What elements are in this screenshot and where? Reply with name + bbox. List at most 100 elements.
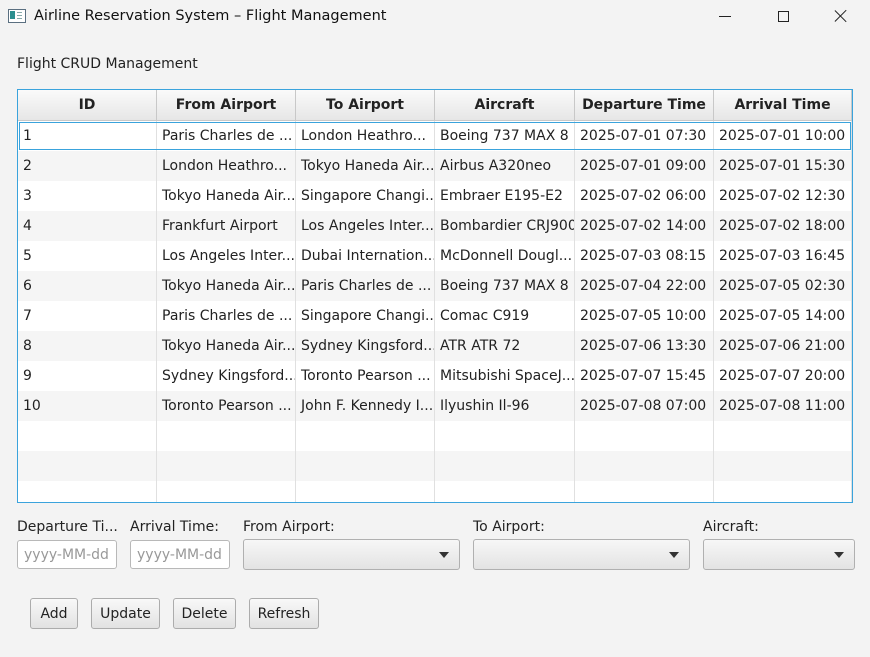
cell-from-airport: Sydney Kingsford... — [157, 361, 296, 391]
close-button[interactable] — [812, 0, 870, 32]
cell-id: 8 — [18, 331, 157, 361]
flight-table[interactable]: ID From Airport To Airport Aircraft Depa… — [17, 89, 853, 503]
column-header-id[interactable]: ID — [18, 90, 157, 120]
cell-to-airport: Singapore Changi... — [296, 181, 435, 211]
cell-from-airport: Toronto Pearson ... — [157, 391, 296, 421]
cell-to-airport: Paris Charles de ... — [296, 271, 435, 301]
cell-aircraft: Mitsubishi SpaceJ... — [435, 361, 575, 391]
cell-id: 6 — [18, 271, 157, 301]
from-airport-select[interactable] — [243, 539, 460, 570]
minimize-icon — [719, 15, 731, 17]
from-airport-label: From Airport: — [243, 519, 335, 535]
table-row[interactable]: 8 Tokyo Haneda Air... Sydney Kingsford... A… — [18, 331, 852, 361]
column-header-to-airport[interactable]: To Airport — [296, 90, 435, 120]
cell-from-airport: Paris Charles de ... — [157, 301, 296, 331]
table-row[interactable]: 3 Tokyo Haneda Air... Singapore Changi... E… — [18, 181, 852, 211]
cell-to-airport: Toronto Pearson ... — [296, 361, 435, 391]
cell-arrival-time: 2025-07-02 18:00 — [714, 211, 852, 241]
chevron-down-icon — [834, 552, 844, 558]
cell-departure-time: 2025-07-08 07:00 — [575, 391, 714, 421]
cell-departure-time — [575, 481, 714, 502]
cell-aircraft: ATR ATR 72 — [435, 331, 575, 361]
title-bar: Airline Reservation System – Flight Mana… — [0, 0, 870, 34]
chevron-down-icon — [439, 552, 449, 558]
minimize-button[interactable] — [696, 0, 754, 32]
aircraft-label: Aircraft: — [703, 519, 759, 535]
cell-to-airport: Dubai Internation... — [296, 241, 435, 271]
table-row[interactable]: 2 London Heathro... Tokyo Haneda Air... Air… — [18, 151, 852, 181]
maximize-button[interactable] — [754, 0, 812, 32]
cell-to-airport: London Heathro... — [296, 121, 435, 151]
window-title: Airline Reservation System – Flight Mana… — [34, 8, 387, 24]
cell-arrival-time: 2025-07-06 21:00 — [714, 331, 852, 361]
cell-from-airport — [157, 451, 296, 481]
cell-to-airport: John F. Kennedy I... — [296, 391, 435, 421]
table-row[interactable]: 5 Los Angeles Inter... Dubai Internation..… — [18, 241, 852, 271]
app-window-icon — [8, 9, 26, 23]
update-button[interactable]: Update — [91, 598, 160, 629]
add-button[interactable]: Add — [30, 598, 78, 629]
cell-departure-time: 2025-07-04 22:00 — [575, 271, 714, 301]
cell-from-airport: Frankfurt Airport — [157, 211, 296, 241]
cell-arrival-time: 2025-07-08 11:00 — [714, 391, 852, 421]
cell-arrival-time: 2025-07-02 12:30 — [714, 181, 852, 211]
cell-arrival-time — [714, 421, 852, 451]
cell-aircraft: Airbus A320neo — [435, 151, 575, 181]
cell-id: 1 — [18, 121, 157, 151]
cell-id — [18, 421, 157, 451]
cell-to-airport: Tokyo Haneda Air... — [296, 151, 435, 181]
cell-from-airport: Tokyo Haneda Air... — [157, 181, 296, 211]
arrival-time-label: Arrival Time: — [130, 519, 219, 535]
cell-id: 3 — [18, 181, 157, 211]
cell-aircraft — [435, 451, 575, 481]
refresh-button[interactable]: Refresh — [249, 598, 319, 629]
cell-aircraft: Bombardier CRJ900 — [435, 211, 575, 241]
column-header-from-airport[interactable]: From Airport — [157, 90, 296, 120]
cell-aircraft — [435, 421, 575, 451]
table-row[interactable]: 7 Paris Charles de ... Singapore Changi...… — [18, 301, 852, 331]
departure-time-field[interactable]: yyyy-MM-dd — [17, 540, 117, 569]
cell-from-airport: Tokyo Haneda Air... — [157, 271, 296, 301]
cell-departure-time — [575, 421, 714, 451]
to-airport-select[interactable] — [473, 539, 690, 570]
arrival-time-field[interactable]: yyyy-MM-dd — [130, 540, 230, 569]
cell-to-airport: Los Angeles Inter... — [296, 211, 435, 241]
table-header: ID From Airport To Airport Aircraft Depa… — [18, 90, 852, 121]
table-body: 1 Paris Charles de ... London Heathro... Bo… — [18, 121, 852, 502]
cell-id: 5 — [18, 241, 157, 271]
cell-aircraft: Ilyushin Il-96 — [435, 391, 575, 421]
cell-aircraft: Boeing 737 MAX 8 — [435, 121, 575, 151]
table-row[interactable]: 10 Toronto Pearson ... John F. Kennedy I..… — [18, 391, 852, 421]
cell-aircraft: Comac C919 — [435, 301, 575, 331]
cell-to-airport — [296, 451, 435, 481]
aircraft-select[interactable] — [703, 539, 855, 570]
cell-to-airport — [296, 481, 435, 502]
empty-table-row[interactable] — [18, 421, 852, 451]
cell-arrival-time — [714, 481, 852, 502]
close-icon — [834, 9, 848, 23]
section-title: Flight CRUD Management — [17, 56, 198, 72]
delete-button[interactable]: Delete — [173, 598, 236, 629]
cell-arrival-time: 2025-07-05 14:00 — [714, 301, 852, 331]
column-header-aircraft[interactable]: Aircraft — [435, 90, 575, 120]
column-header-arrival-time[interactable]: Arrival Time — [714, 90, 852, 120]
column-header-departure-time[interactable]: Departure Time — [575, 90, 714, 120]
arrival-time-placeholder: yyyy-MM-dd — [137, 546, 222, 563]
table-row[interactable]: 9 Sydney Kingsford... Toronto Pearson ... M… — [18, 361, 852, 391]
table-row[interactable]: 4 Frankfurt Airport Los Angeles Inter... Bo… — [18, 211, 852, 241]
table-row[interactable]: 6 Tokyo Haneda Air... Paris Charles de ...… — [18, 271, 852, 301]
empty-table-row[interactable] — [18, 451, 852, 481]
cell-departure-time: 2025-07-02 14:00 — [575, 211, 714, 241]
table-row[interactable]: 1 Paris Charles de ... London Heathro... Bo… — [18, 121, 852, 151]
cell-departure-time: 2025-07-03 08:15 — [575, 241, 714, 271]
cell-from-airport: Los Angeles Inter... — [157, 241, 296, 271]
cell-to-airport: Singapore Changi... — [296, 301, 435, 331]
empty-table-row[interactable] — [18, 481, 852, 502]
cell-id — [18, 481, 157, 502]
cell-aircraft: Boeing 737 MAX 8 — [435, 271, 575, 301]
cell-from-airport: London Heathro... — [157, 151, 296, 181]
cell-aircraft: McDonnell Dougl... — [435, 241, 575, 271]
cell-arrival-time: 2025-07-01 10:00 — [714, 121, 852, 151]
cell-from-airport: Tokyo Haneda Air... — [157, 331, 296, 361]
cell-departure-time: 2025-07-02 06:00 — [575, 181, 714, 211]
